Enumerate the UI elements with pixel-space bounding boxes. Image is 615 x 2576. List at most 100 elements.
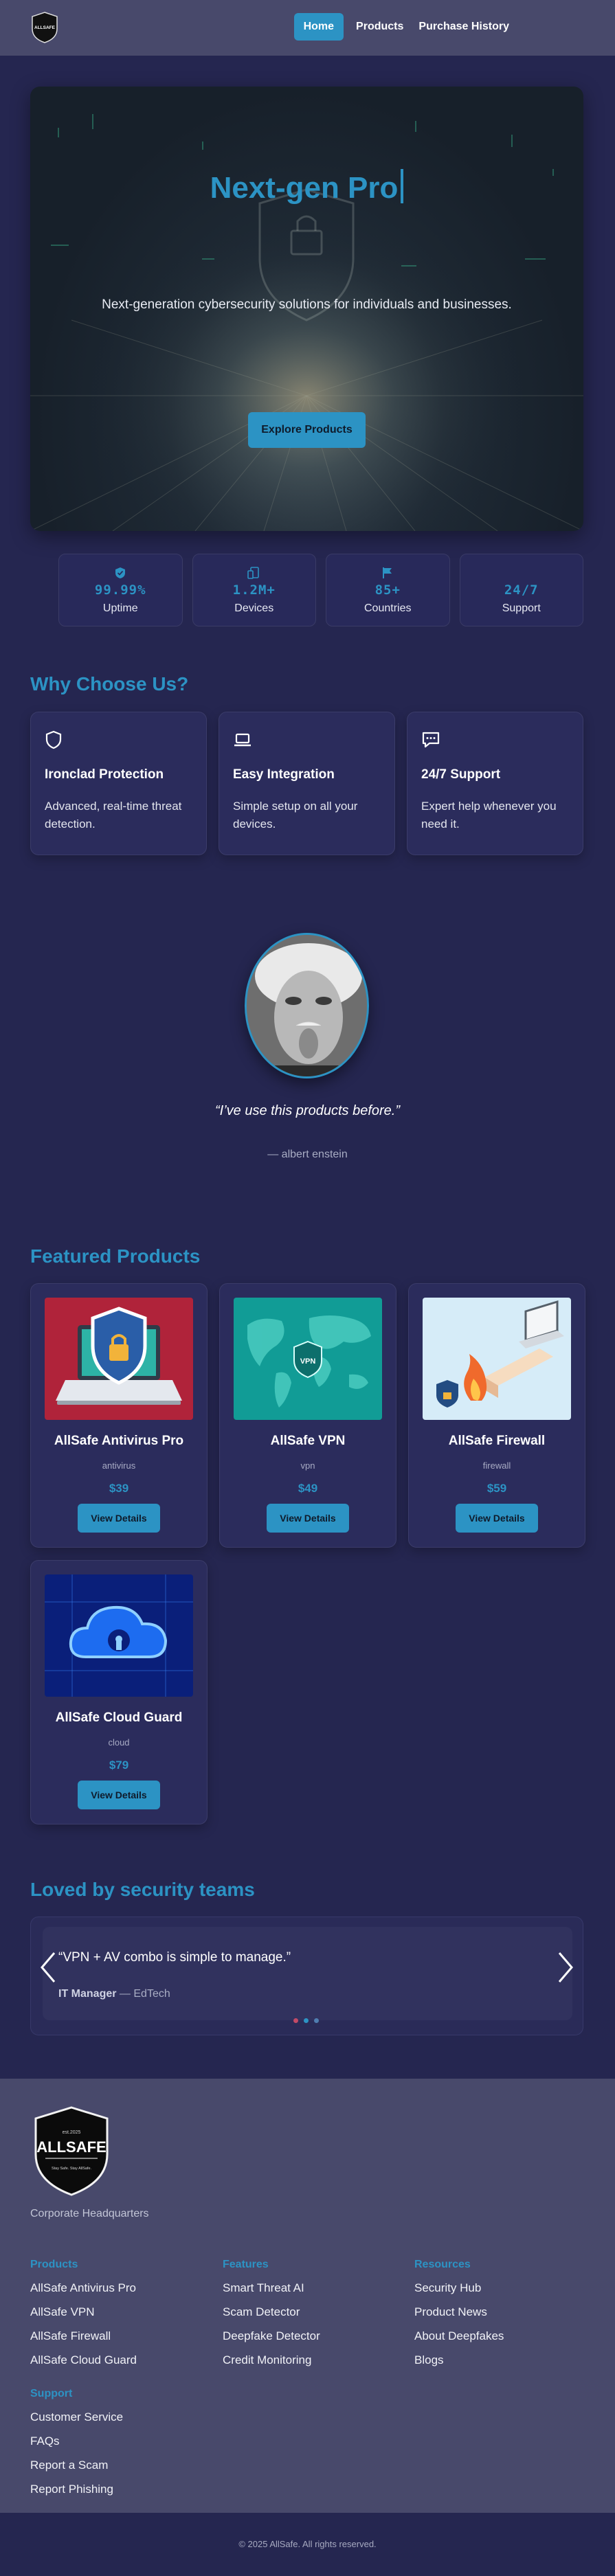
laptop-icon (233, 730, 381, 751)
features-row: Ironclad Protection Advanced, real-time … (30, 712, 583, 855)
stat-countries: 85+ Countries (326, 554, 450, 626)
footer-link[interactable]: Security Hub (414, 2281, 504, 2295)
feature-card: Ironclad Protection Advanced, real-time … (30, 712, 207, 855)
footer-column-title: Features (223, 2259, 269, 2270)
feature-title: Ironclad Protection (45, 767, 164, 782)
hero-title: Next-gen Pro (30, 169, 583, 205)
loved-heading: Loved by security teams (30, 1879, 255, 1900)
stat-label: Uptime (102, 602, 138, 614)
footer-hq: Corporate Headquarters (30, 2208, 149, 2219)
stat-devices: 1.2M+ Devices (192, 554, 316, 626)
feature-card: 24/7 Support Expert help whenever you ne… (407, 712, 583, 855)
product-category: antivirus (102, 1460, 136, 1471)
feature-desc: Advanced, real-time threat detection. (45, 800, 182, 831)
allsafe-logo[interactable]: ALLSAFE (30, 11, 59, 44)
shield-icon (45, 730, 192, 751)
product-name: AllSafe Firewall (448, 1434, 546, 1448)
product-category: firewall (482, 1460, 511, 1471)
carousel-dot[interactable] (293, 2018, 298, 2023)
antivirus-product-image (45, 1298, 193, 1420)
footer-link[interactable]: AllSafe VPN (30, 2305, 137, 2319)
view-details-button[interactable]: View Details (456, 1504, 538, 1533)
typing-caret (401, 169, 404, 203)
feature-card: Easy Integration Simple setup on all you… (219, 712, 395, 855)
footer-column-products: Products AllSafe Antivirus Pro AllSafe V… (30, 2259, 137, 2367)
slide-quote: “VPN + AV combo is simple to manage.” (58, 1950, 291, 1965)
nav-home-link[interactable]: Home (293, 13, 344, 41)
stat-value: 1.2M+ (232, 583, 276, 598)
carousel-dots (293, 2018, 319, 2023)
top-navbar: ALLSAFE Home Products Purchase History (0, 0, 615, 56)
product-price: $49 (298, 1482, 318, 1495)
product-name: AllSafe Cloud Guard (55, 1710, 183, 1725)
chevron-right-icon[interactable] (555, 1950, 576, 1985)
devices-icon (193, 565, 316, 580)
product-name: AllSafe Antivirus Pro (54, 1434, 184, 1448)
footer-column-support: Support Customer Service FAQs Report a S… (30, 2388, 123, 2496)
footer-link[interactable]: Credit Monitoring (223, 2353, 320, 2367)
view-details-button[interactable]: View Details (78, 1504, 160, 1533)
why-choose-heading: Why Choose Us? (30, 673, 189, 694)
footer-link[interactable]: Deepfake Detector (223, 2329, 320, 2343)
stat-value: 99.99% (94, 583, 146, 598)
footer-link[interactable]: Smart Threat AI (223, 2281, 320, 2295)
flag-icon (326, 565, 449, 580)
feature-desc: Simple setup on all your devices. (233, 800, 358, 831)
footer-link[interactable]: FAQs (30, 2434, 123, 2448)
shield-check-icon (59, 565, 182, 580)
slide-author: IT Manager — EdTech (58, 1988, 170, 2000)
stat-label: Support (502, 602, 541, 614)
hero-subtitle: Next-generation cybersecurity solutions … (102, 297, 512, 312)
hero-banner: Next-gen Pro Next-generation cybersecuri… (30, 87, 583, 531)
product-price: $39 (109, 1482, 129, 1495)
featured-products-heading: Featured Products (30, 1245, 201, 1267)
testimonial-slide: “VPN + AV combo is simple to manage.” IT… (43, 1927, 572, 2020)
chevron-left-icon[interactable] (38, 1950, 58, 1985)
feature-title: Easy Integration (233, 767, 335, 782)
product-price: $79 (109, 1759, 129, 1772)
svg-text:est.2025: est.2025 (63, 2130, 81, 2135)
feature-title: 24/7 Support (421, 767, 501, 782)
carousel-dot[interactable] (314, 2018, 319, 2023)
testimonial-quote: “I’ve use this products before.” (214, 1103, 400, 1118)
product-category: vpn (300, 1460, 315, 1471)
footer-link[interactable]: Product News (414, 2305, 504, 2319)
site-footer: est.2025 ALLSAFE Stay Safe. Stay AllSafe… (0, 2079, 615, 2513)
svg-text:VPN: VPN (300, 1357, 316, 1366)
view-details-button[interactable]: View Details (267, 1504, 349, 1533)
svg-text:Stay Safe. Stay AllSafe.: Stay Safe. Stay AllSafe. (52, 2167, 92, 2171)
testimonial-carousel: “VPN + AV combo is simple to manage.” IT… (30, 1917, 583, 2035)
footer-column-title: Resources (414, 2259, 471, 2270)
nav-products-link[interactable]: Products (353, 14, 406, 40)
view-details-button[interactable]: View Details (78, 1781, 160, 1809)
stat-value: 24/7 (504, 583, 539, 598)
stat-label: Devices (234, 602, 274, 614)
footer-link[interactable]: Report Phishing (30, 2483, 123, 2496)
product-name: AllSafe VPN (270, 1434, 346, 1448)
chat-icon (421, 730, 569, 751)
footer-link[interactable]: Customer Service (30, 2410, 123, 2424)
firewall-product-image (423, 1298, 571, 1420)
product-card: AllSafe Firewall firewall $59 View Detai… (408, 1283, 585, 1548)
footer-link[interactable]: AllSafe Firewall (30, 2329, 137, 2343)
testimonial-author: — albert enstein (267, 1149, 348, 1160)
testimonial-avatar (245, 933, 369, 1078)
cloud-guard-product-image (45, 1574, 193, 1697)
copyright: © 2025 AllSafe. All rights reserved. (0, 2513, 615, 2576)
footer-column-resources: Resources Security Hub Product News Abou… (414, 2259, 504, 2367)
explore-products-button[interactable]: Explore Products (248, 412, 366, 448)
nav-purchase-history-link[interactable]: Purchase History (416, 14, 512, 40)
footer-link[interactable]: Scam Detector (223, 2305, 320, 2319)
stat-value: 85+ (374, 583, 401, 598)
footer-link[interactable]: Blogs (414, 2353, 504, 2367)
footer-column-title: Products (30, 2259, 78, 2270)
footer-link[interactable]: AllSafe Antivirus Pro (30, 2281, 137, 2295)
carousel-dot[interactable] (304, 2018, 309, 2023)
footer-link[interactable]: About Deepfakes (414, 2329, 504, 2343)
product-card: VPN AllSafe VPN vpn $49 View Details (219, 1283, 396, 1548)
footer-link[interactable]: Report a Scam (30, 2459, 123, 2472)
allsafe-logo[interactable]: est.2025 ALLSAFE Stay Safe. Stay AllSafe… (30, 2105, 113, 2197)
svg-text:ALLSAFE: ALLSAFE (36, 2138, 106, 2156)
footer-link[interactable]: AllSafe Cloud Guard (30, 2353, 137, 2367)
product-category: cloud (108, 1737, 130, 1748)
